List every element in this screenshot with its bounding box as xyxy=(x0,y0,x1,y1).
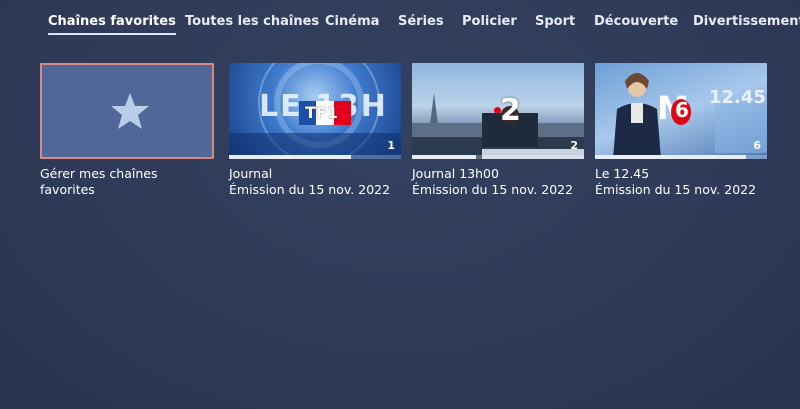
program-thumbnail[interactable]: M 6 12.45 6 xyxy=(595,63,767,159)
tab-chaines-favorites[interactable]: Chaînes favorites xyxy=(48,14,176,35)
tab-divertissement[interactable]: Divertissement xyxy=(693,14,800,29)
le-1245-logo-text: 12.45 xyxy=(709,87,766,108)
tab-cinema[interactable]: Cinéma xyxy=(325,14,379,29)
tab-sport[interactable]: Sport xyxy=(535,14,575,29)
program-date: Émission du 15 nov. 2022 xyxy=(412,182,574,197)
france2-logo: 2 xyxy=(494,93,521,128)
manage-favorites-label: Gérer mes chaînes favorites xyxy=(40,166,158,197)
manage-favorites-card[interactable]: Gérer mes chaînes favorites xyxy=(40,63,214,198)
program-thumbnail[interactable]: LE 13H TF1 1 xyxy=(229,63,401,159)
program-card-tf1[interactable]: LE 13H TF1 1 Journal Émission du 15 nov.… xyxy=(229,63,401,198)
tf1-logo: TF1 xyxy=(299,101,351,125)
tab-policier[interactable]: Policier xyxy=(462,14,517,29)
program-title: Journal xyxy=(229,166,273,181)
tab-series[interactable]: Séries xyxy=(398,14,444,29)
program-thumbnail[interactable]: 2 2 xyxy=(412,63,584,159)
tab-decouverte[interactable]: Découverte xyxy=(594,14,678,29)
tab-toutes-les-chaines[interactable]: Toutes les chaînes xyxy=(185,14,319,29)
program-date: Émission du 15 nov. 2022 xyxy=(595,182,757,197)
channel-number: 2 xyxy=(570,139,578,152)
category-nav: Chaînes favorites Toutes les chaînes Cin… xyxy=(0,8,800,38)
program-card-m6[interactable]: M 6 12.45 6 Le 12.45 Émission du 15 nov.… xyxy=(595,63,767,198)
channel-number: 1 xyxy=(387,139,395,152)
program-date: Émission du 15 nov. 2022 xyxy=(229,182,391,197)
channel-number: 6 xyxy=(753,139,761,152)
progress-bar xyxy=(412,155,584,159)
tv-screen: Chaînes favorites Toutes les chaînes Cin… xyxy=(0,0,800,409)
progress-bar xyxy=(229,155,401,159)
star-icon xyxy=(111,93,149,129)
program-card-france2[interactable]: 2 2 Journal 13h00 Émission du 15 nov. 20… xyxy=(412,63,584,198)
m6-logo: M 6 xyxy=(657,89,705,127)
manage-favorites-tile[interactable] xyxy=(40,63,214,159)
program-title: Le 12.45 xyxy=(595,166,650,181)
progress-bar xyxy=(595,155,767,159)
program-title: Journal 13h00 xyxy=(412,166,499,181)
